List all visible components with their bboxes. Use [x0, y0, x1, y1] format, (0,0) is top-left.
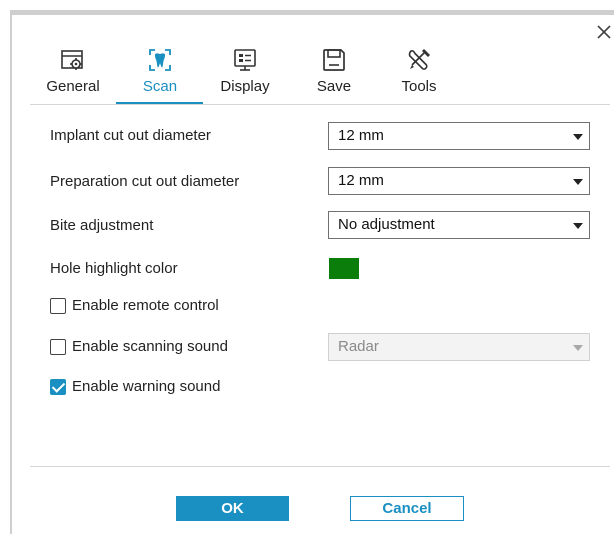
warning-sound-label: Enable warning sound — [72, 378, 221, 395]
chevron-down-icon — [573, 345, 583, 351]
tab-display-label: Display — [220, 78, 270, 95]
tab-scan-label: Scan — [142, 78, 178, 95]
scanning-sound-label: Enable scanning sound — [72, 338, 228, 355]
bite-adjustment-value: No adjustment — [338, 216, 435, 233]
monitor-icon — [234, 49, 256, 71]
hole-highlight-color-swatch[interactable] — [329, 258, 359, 279]
window-frame-top — [10, 10, 614, 15]
preparation-cut-out-select[interactable]: 12 mm — [328, 167, 590, 195]
settings-window-icon — [61, 50, 83, 70]
tab-tools[interactable]: Tools — [398, 46, 440, 104]
chevron-down-icon — [573, 223, 583, 229]
wrench-screwdriver-icon — [408, 49, 430, 70]
implant-cut-out-value: 12 mm — [338, 127, 384, 144]
scanning-sound-select: Radar — [328, 333, 590, 361]
scanning-sound-value: Radar — [338, 338, 379, 355]
cancel-button[interactable]: Cancel — [350, 496, 464, 521]
tab-display[interactable]: Display — [218, 46, 272, 104]
scanning-sound-checkbox[interactable] — [50, 338, 66, 355]
close-button[interactable] — [594, 22, 614, 42]
remote-control-checkbox-row[interactable]: Enable remote control — [50, 297, 219, 314]
tab-tools-label: Tools — [401, 78, 437, 95]
tab-scan[interactable]: Scan — [130, 46, 190, 104]
scanning-sound-checkbox-row[interactable]: Enable scanning sound — [50, 338, 228, 355]
bite-adjustment-select[interactable]: No adjustment — [328, 211, 590, 239]
preparation-cut-out-value: 12 mm — [338, 172, 384, 189]
warning-sound-checkbox[interactable] — [50, 378, 66, 395]
preparation-cut-out-label: Preparation cut out diameter — [50, 173, 240, 190]
chevron-down-icon — [573, 134, 583, 140]
tooth-scan-icon — [149, 49, 171, 71]
checkmark-icon — [51, 378, 66, 393]
tab-save[interactable]: Save — [314, 46, 354, 104]
implant-cut-out-select[interactable]: 12 mm — [328, 122, 590, 150]
warning-sound-checkbox-row[interactable]: Enable warning sound — [50, 378, 220, 395]
hole-highlight-label: Hole highlight color — [50, 260, 178, 277]
close-icon — [597, 25, 611, 39]
footer-divider — [30, 466, 610, 467]
window-frame-left — [10, 10, 12, 534]
tab-general-label: General — [46, 78, 100, 95]
remote-control-checkbox[interactable] — [50, 297, 66, 314]
remote-control-label: Enable remote control — [72, 297, 219, 314]
tab-save-label: Save — [316, 78, 352, 95]
tabs-divider — [30, 104, 610, 105]
chevron-down-icon — [573, 179, 583, 185]
bite-adjustment-label: Bite adjustment — [50, 217, 154, 234]
tab-general[interactable]: General — [46, 46, 100, 104]
ok-button[interactable]: OK — [176, 496, 289, 521]
implant-cut-out-label: Implant cut out diameter — [50, 127, 211, 144]
floppy-disk-icon — [323, 49, 345, 71]
